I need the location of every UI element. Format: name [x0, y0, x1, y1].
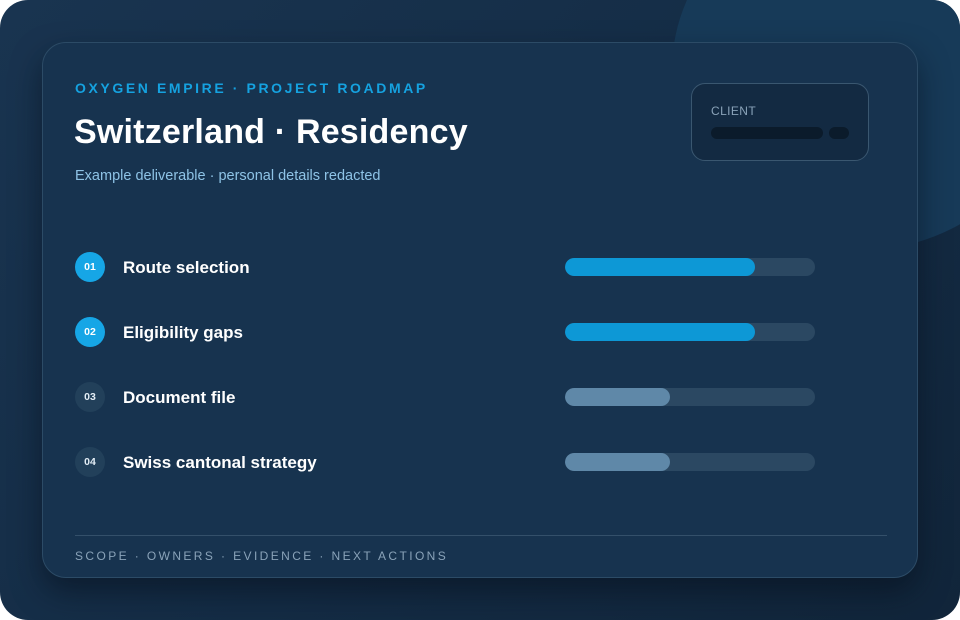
roadmap-step-eligibility-gaps[interactable]: 02 Eligibility gaps [75, 317, 835, 349]
step-progress-track [565, 323, 815, 341]
step-progress-track [565, 388, 815, 406]
footer-nav-text: SCOPE · OWNERS · EVIDENCE · NEXT ACTIONS [75, 549, 449, 563]
step-progress-track [565, 453, 815, 471]
step-progress-fill [565, 388, 670, 406]
redacted-client-name [711, 127, 823, 139]
roadmap-step-document-file[interactable]: 03 Document file [75, 382, 835, 414]
roadmap-card: OXYGEN EMPIRE · PROJECT ROADMAP Switzerl… [42, 42, 918, 578]
step-label: Eligibility gaps [123, 323, 243, 342]
step-label: Document file [123, 388, 236, 407]
redacted-client-id [829, 127, 849, 139]
roadmap-step-route-selection[interactable]: 01 Route selection [75, 252, 835, 284]
roadmap-step-swiss-cantonal-strategy[interactable]: 04 Swiss cantonal strategy [75, 447, 835, 479]
page-title: Switzerland · Residency [74, 113, 468, 151]
brand-kicker: OXYGEN EMPIRE · PROJECT ROADMAP [75, 80, 428, 96]
step-progress-fill [565, 453, 670, 471]
step-progress-fill [565, 258, 755, 276]
step-label: Swiss cantonal strategy [123, 453, 317, 472]
footer-divider [75, 535, 887, 536]
step-number-badge: 01 [75, 252, 105, 282]
client-badge: CLIENT [691, 83, 869, 161]
step-progress-track [565, 258, 815, 276]
step-number-badge: 02 [75, 317, 105, 347]
client-label: CLIENT [711, 104, 757, 118]
step-number-badge: 03 [75, 382, 105, 412]
step-label: Route selection [123, 258, 250, 277]
step-progress-fill [565, 323, 755, 341]
page-subtitle: Example deliverable · personal details r… [75, 168, 381, 184]
step-number-badge: 04 [75, 447, 105, 477]
app-background: OXYGEN EMPIRE · PROJECT ROADMAP Switzerl… [0, 0, 960, 620]
